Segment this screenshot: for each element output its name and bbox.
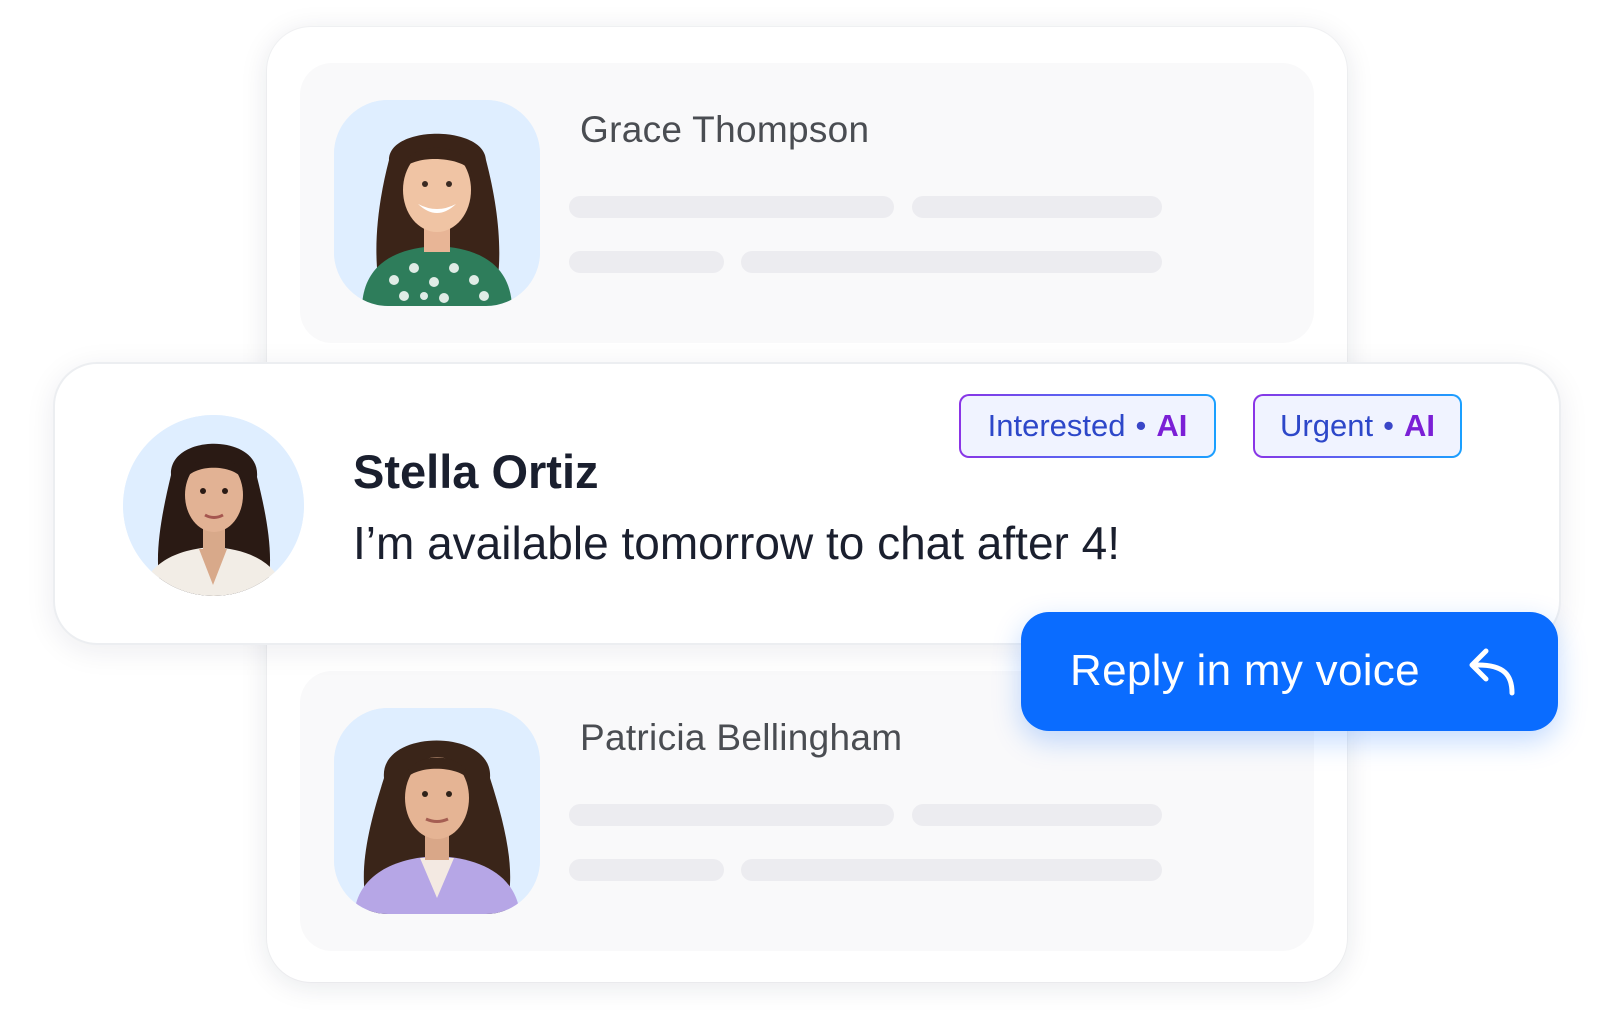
reply-button-label: Reply in my voice xyxy=(1070,646,1420,695)
tag-label: Urgent xyxy=(1280,408,1374,443)
person-photo-icon xyxy=(334,100,540,306)
reply-arrow-icon xyxy=(1469,648,1515,696)
sender-name: Stella Ortiz xyxy=(353,445,599,498)
placeholder-line xyxy=(912,804,1162,826)
placeholder-line xyxy=(569,804,894,826)
avatar xyxy=(334,100,540,306)
person-photo-icon xyxy=(334,708,540,914)
placeholder-line xyxy=(569,251,724,273)
reply-in-my-voice-button[interactable]: Reply in my voice xyxy=(1021,612,1558,731)
inbox-illustration: Grace Thompson Patricia Bellingham Stell… xyxy=(0,0,1613,1021)
tag-urgent[interactable]: Urgent • AI xyxy=(1253,394,1462,458)
contact-name: Grace Thompson xyxy=(580,109,870,150)
avatar xyxy=(334,708,540,914)
contact-row[interactable]: Grace Thompson xyxy=(300,63,1314,343)
avatar xyxy=(123,415,304,596)
placeholder-line xyxy=(912,196,1162,218)
ai-badge: AI xyxy=(1403,408,1435,443)
placeholder-line xyxy=(569,196,894,218)
tag-separator: • xyxy=(1383,408,1394,443)
message-card[interactable]: Stella Ortiz I’m available tomorrow to c… xyxy=(53,362,1561,645)
placeholder-line xyxy=(569,859,724,881)
tag-label: Interested xyxy=(987,408,1126,443)
contact-name: Patricia Bellingham xyxy=(580,717,903,758)
message-preview: I’m available tomorrow to chat after 4! xyxy=(353,517,1120,569)
person-photo-icon xyxy=(123,415,304,596)
placeholder-line xyxy=(741,251,1162,273)
ai-badge: AI xyxy=(1156,408,1188,443)
placeholder-line xyxy=(741,859,1162,881)
tag-separator: • xyxy=(1135,408,1147,443)
tag-interested[interactable]: Interested • AI xyxy=(959,394,1216,458)
